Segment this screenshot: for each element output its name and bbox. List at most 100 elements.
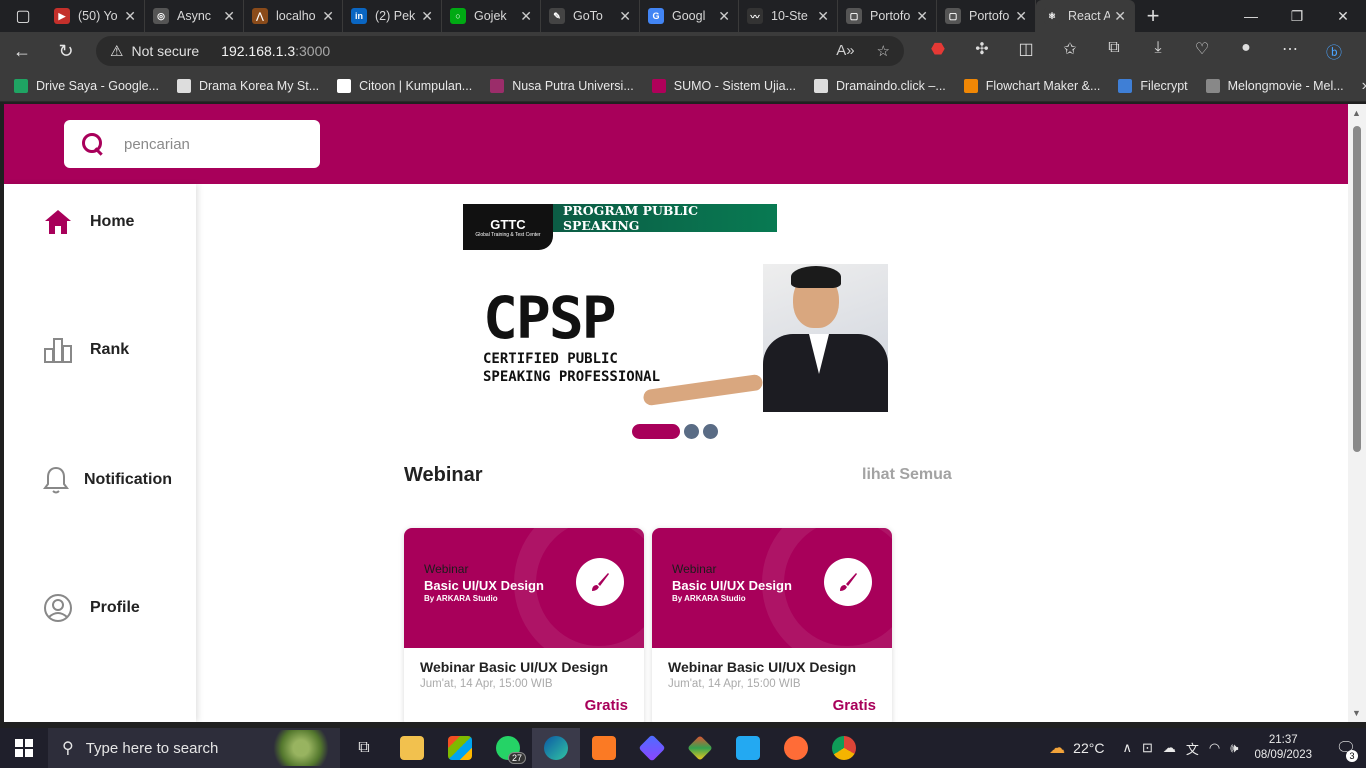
taskbar-search[interactable]: ⚲ Type here to search	[48, 728, 340, 768]
nav-item-home[interactable]: Home	[42, 206, 134, 238]
weather-icon[interactable]: ☁	[1049, 738, 1065, 758]
onedrive-icon[interactable]: ☁	[1163, 740, 1176, 756]
performance-icon[interactable]: ♡	[1180, 39, 1224, 63]
favorites-icon[interactable]: ✩	[1048, 39, 1092, 63]
nav-item-rank[interactable]: Rank	[42, 334, 129, 366]
carousel-dot-3[interactable]	[703, 424, 718, 439]
bookmark-item[interactable]: Citoon | Kumpulan...	[337, 78, 472, 93]
split-screen-icon[interactable]: ◫	[1004, 39, 1048, 63]
extension-shield-icon[interactable]: ⬣	[916, 39, 960, 63]
search-input[interactable]	[124, 135, 284, 153]
favorite-star-icon[interactable]: ☆	[877, 42, 890, 60]
close-tab-icon[interactable]: ✕	[916, 8, 928, 25]
promo-banner[interactable]: GTTC Global Training & Test Center PROGRA…	[463, 204, 888, 412]
url-text[interactable]: 192.168.1.3:3000	[221, 43, 330, 59]
search-icon	[82, 133, 104, 155]
see-all-link[interactable]: lihat Semua	[862, 466, 952, 484]
close-tab-icon[interactable]: ✕	[520, 8, 532, 25]
chrome-icon[interactable]	[820, 728, 868, 768]
app-hexagon-icon[interactable]	[628, 728, 676, 768]
bookmark-item[interactable]: Dramaindo.click –...	[814, 78, 946, 93]
browser-tab[interactable]: ▶ (50) Yo ✕	[46, 0, 145, 32]
webinar-card[interactable]: Webinar Basic UI/UX Design By ARKARA Stu…	[404, 528, 644, 722]
edge-icon[interactable]	[532, 728, 580, 768]
minimize-icon[interactable]: —	[1228, 8, 1274, 25]
meet-now-icon[interactable]: ⊡	[1142, 740, 1153, 756]
profile-avatar-icon[interactable]: ●	[1224, 39, 1268, 63]
extensions-icon[interactable]: ✣	[960, 39, 1004, 63]
windows-start-icon[interactable]	[0, 728, 48, 768]
openai-icon: ◎	[153, 8, 169, 24]
back-icon[interactable]: ←	[0, 41, 44, 62]
downloads-icon[interactable]: ⤓	[1136, 39, 1180, 63]
paintbrush-icon	[576, 558, 624, 606]
postman-icon[interactable]	[772, 728, 820, 768]
more-menu-icon[interactable]: ⋯	[1268, 39, 1312, 63]
close-tab-icon[interactable]: ✕	[1015, 8, 1027, 25]
browser-tab[interactable]: ⚛ React A ✕	[1036, 0, 1135, 32]
chevron-right-icon[interactable]: ›	[1362, 77, 1366, 95]
notification-center-icon[interactable]: 🗨 3	[1326, 728, 1366, 768]
git-icon[interactable]	[676, 728, 724, 768]
bookmark-item[interactable]: Drama Korea My St...	[176, 78, 319, 93]
bookmark-favicon-icon	[963, 78, 978, 93]
scroll-down-icon[interactable]: ▼	[1352, 708, 1361, 718]
security-label[interactable]: Not secure	[131, 43, 199, 59]
close-tab-icon[interactable]: ✕	[124, 8, 136, 25]
carousel-dot-2[interactable]	[684, 424, 699, 439]
store-icon[interactable]	[436, 728, 484, 768]
scroll-up-icon[interactable]: ▲	[1352, 108, 1361, 118]
search-box[interactable]	[64, 120, 320, 168]
language-icon[interactable]: 文	[1186, 739, 1199, 758]
browser-tab[interactable]: in (2) Pek ✕	[343, 0, 442, 32]
browser-tab[interactable]: 〰 10-Ste ✕	[739, 0, 838, 32]
temperature[interactable]: 22°C	[1073, 740, 1104, 756]
close-tab-icon[interactable]: ✕	[1114, 8, 1126, 25]
scrollbar-thumb[interactable]	[1353, 126, 1361, 452]
browser-tab[interactable]: ⋀ localho ✕	[244, 0, 343, 32]
vscode-icon[interactable]	[724, 728, 772, 768]
browser-tab[interactable]: ▢ Portofo ✕	[937, 0, 1036, 32]
bookmark-item[interactable]: Flowchart Maker &...	[963, 78, 1100, 93]
new-tab-button[interactable]: +	[1135, 3, 1171, 29]
whatsapp-icon[interactable]: 27	[484, 728, 532, 768]
read-aloud-icon[interactable]: A»	[836, 42, 854, 60]
file-explorer-icon[interactable]	[388, 728, 436, 768]
webinar-card[interactable]: Webinar Basic UI/UX Design By ARKARA Stu…	[652, 528, 892, 722]
clock[interactable]: 21:37 08/09/2023	[1254, 733, 1312, 763]
collections-icon[interactable]: ⧉	[1092, 39, 1136, 63]
bing-icon[interactable]: ⓑ	[1312, 39, 1356, 63]
close-tab-icon[interactable]: ✕	[718, 8, 730, 25]
close-tab-icon[interactable]: ✕	[421, 8, 433, 25]
browser-tab[interactable]: ◎ Async ✕	[145, 0, 244, 32]
close-tab-icon[interactable]: ✕	[619, 8, 631, 25]
close-tab-icon[interactable]: ✕	[322, 8, 334, 25]
page-scrollbar[interactable]: ▲ ▼	[1348, 104, 1366, 722]
chevron-up-icon[interactable]: ∧	[1122, 740, 1132, 756]
browser-tab[interactable]: G Googl ✕	[640, 0, 739, 32]
browser-tab[interactable]: ✎ GoTo ✕	[541, 0, 640, 32]
refresh-icon[interactable]: ↻	[44, 41, 88, 62]
nav-item-profile[interactable]: Profile	[42, 592, 140, 624]
wifi-icon[interactable]: ◠	[1209, 740, 1220, 756]
browser-tab[interactable]: ▢ Portofo ✕	[838, 0, 937, 32]
carousel-dot-1[interactable]	[632, 424, 680, 439]
bookmark-item[interactable]: SUMO - Sistem Ujia...	[651, 78, 796, 93]
bookmark-item[interactable]: Nusa Putra Universi...	[490, 78, 634, 93]
task-view-icon[interactable]: ⧉	[340, 728, 388, 768]
volume-icon[interactable]: 🕪	[1230, 740, 1238, 756]
close-window-icon[interactable]: ✕	[1320, 8, 1366, 25]
restore-icon[interactable]: ❐	[1274, 8, 1320, 25]
close-tab-icon[interactable]: ✕	[223, 8, 235, 25]
bookmark-item[interactable]: Filecrypt	[1118, 78, 1188, 93]
xampp-icon[interactable]	[580, 728, 628, 768]
close-tab-icon[interactable]: ✕	[817, 8, 829, 25]
address-bar[interactable]: ⚠ Not secure 192.168.1.3:3000 A» ☆	[96, 36, 904, 66]
browser-tab[interactable]: ○ Gojek ✕	[442, 0, 541, 32]
nav-item-notification[interactable]: Notification	[40, 464, 172, 496]
bookmark-item[interactable]: Drive Saya - Google...	[14, 78, 159, 93]
bookmark-item[interactable]: Melongmovie - Mel...	[1205, 78, 1344, 93]
tab-actions-icon[interactable]: ▢	[0, 0, 46, 32]
windows-taskbar: ⚲ Type here to search ⧉ 27 ☁ 22°C ∧ ⊡ ☁ …	[0, 728, 1366, 768]
bookmark-label: Drive Saya - Google...	[36, 78, 159, 93]
